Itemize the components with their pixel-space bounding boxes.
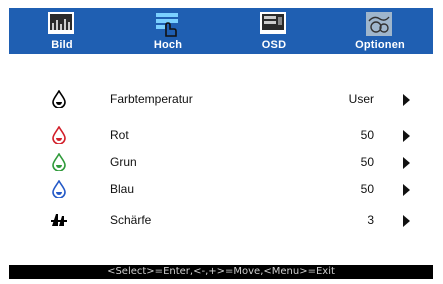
tab-label: Hoch [153,39,183,51]
menu-row-blau[interactable]: Blau 50 [50,178,410,202]
tab-label: OSD [261,39,287,51]
tab-bild[interactable]: Bild [9,8,115,54]
arrow-right-icon[interactable] [403,184,410,196]
menu-row-rot[interactable]: Rot 50 [50,124,410,148]
row-value: 50 [360,128,374,142]
menu-row-grun[interactable]: Grun 50 [50,151,410,175]
tab-bar: Bild Hoch OSD Optionen [9,8,433,54]
color-temperature-icon [52,90,66,108]
arrow-right-icon[interactable] [403,130,410,142]
tab-osd[interactable]: OSD [221,8,327,54]
tab-label: Optionen [355,39,405,51]
row-value: 3 [367,213,374,227]
options-icon [366,12,392,36]
row-value: User [348,92,374,106]
row-value: 50 [360,182,374,196]
tab-label: Bild [51,39,73,51]
row-label: Farbtemperatur [110,92,193,106]
menu-row-farbtemperatur[interactable]: Farbtemperatur User [50,88,410,112]
sharpness-icon [51,214,67,226]
tab-hoch[interactable]: Hoch [115,8,221,54]
row-label: Blau [110,182,135,196]
osd-icon [260,12,286,34]
menu-row-schaerfe[interactable]: Schärfe 3 [50,209,410,233]
arrow-right-icon[interactable] [403,94,410,106]
red-drop-icon [52,126,66,144]
picture-icon [48,12,74,34]
row-value: 50 [360,155,374,169]
tab-optionen[interactable]: Optionen [327,8,433,54]
arrow-right-icon[interactable] [403,215,410,227]
row-label: Grun [110,155,137,169]
row-label: Schärfe [110,213,152,227]
blue-drop-icon [52,180,66,198]
status-bar: <Select>=Enter,<-,+>=Move,<Menu>=Exit [9,265,433,279]
advanced-icon [156,13,178,37]
osd-menu: Bild Hoch OSD Optionen Farbtemperatur Us… [0,0,443,284]
green-drop-icon [52,153,66,171]
row-label: Rot [110,128,129,142]
arrow-right-icon[interactable] [403,157,410,169]
